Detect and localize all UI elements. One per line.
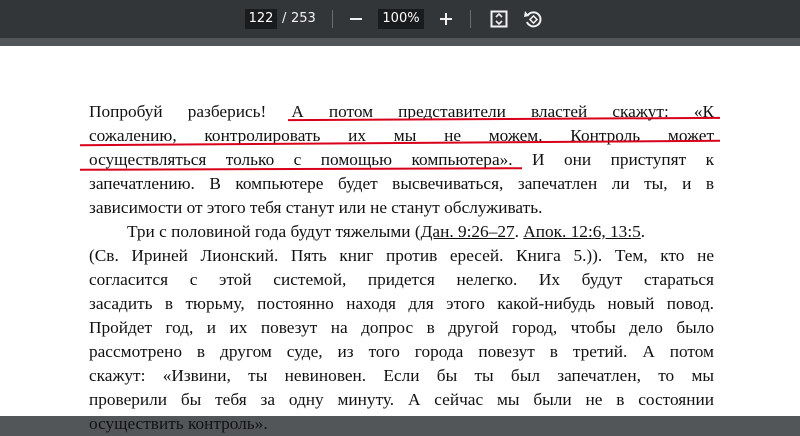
scripture-link[interactable]: Дан. 9:26–27 <box>421 222 515 241</box>
zoom-out-button[interactable] <box>344 7 368 31</box>
pdf-toolbar: 122 / 253 100% <box>0 0 800 38</box>
fit-page-button[interactable] <box>487 7 511 31</box>
text-line: (Св. Ириней Лионский. Пять книг против е… <box>89 246 714 265</box>
text-line: Три с половиной года будут тяжелыми (Дан… <box>89 220 714 244</box>
text-line: рассмотрено в другом суде, из того город… <box>89 342 714 361</box>
toolbar-divider <box>470 10 471 28</box>
zoom-level-input[interactable]: 100% <box>378 9 424 29</box>
rotate-icon <box>524 11 542 28</box>
text-line: проверили бы тебя за одну минуту. А сейч… <box>89 390 714 409</box>
text-fragment: . <box>640 222 646 241</box>
text-fragment: . <box>514 222 524 241</box>
text-line: зависимости от этого тебя станут или не … <box>89 198 543 217</box>
text-line: Пройдет год, и их повезут на допрос в др… <box>89 318 714 337</box>
fit-page-icon <box>490 10 508 28</box>
text-line: скажут: «Извини, ты невиновен. Если бы т… <box>89 366 714 385</box>
page-separator: / <box>282 11 287 26</box>
text-line: запечатлению. В компьютере будет высвечи… <box>89 174 714 193</box>
document-text: Попробуй разберись! А потом представител… <box>89 100 714 436</box>
zoom-in-button[interactable] <box>434 7 458 31</box>
text-line: согласится с этой системой, придется нел… <box>89 270 714 289</box>
toolbar-divider <box>332 10 333 28</box>
rotate-button[interactable] <box>521 7 545 31</box>
text-line: засадить в тюрьму, постоянно находя для … <box>89 294 714 313</box>
scripture-link[interactable]: Апок. 12:6, 13:5 <box>523 222 641 241</box>
zoom-in-icon <box>440 13 452 25</box>
text-fragment: Три с половиной года будут тяжелыми ( <box>127 222 421 241</box>
zoom-out-icon <box>350 18 362 20</box>
page-number-input[interactable]: 122 <box>245 9 277 29</box>
total-pages: 253 <box>291 11 316 26</box>
pdf-page: Попробуй разберись! А потом представител… <box>0 46 800 433</box>
